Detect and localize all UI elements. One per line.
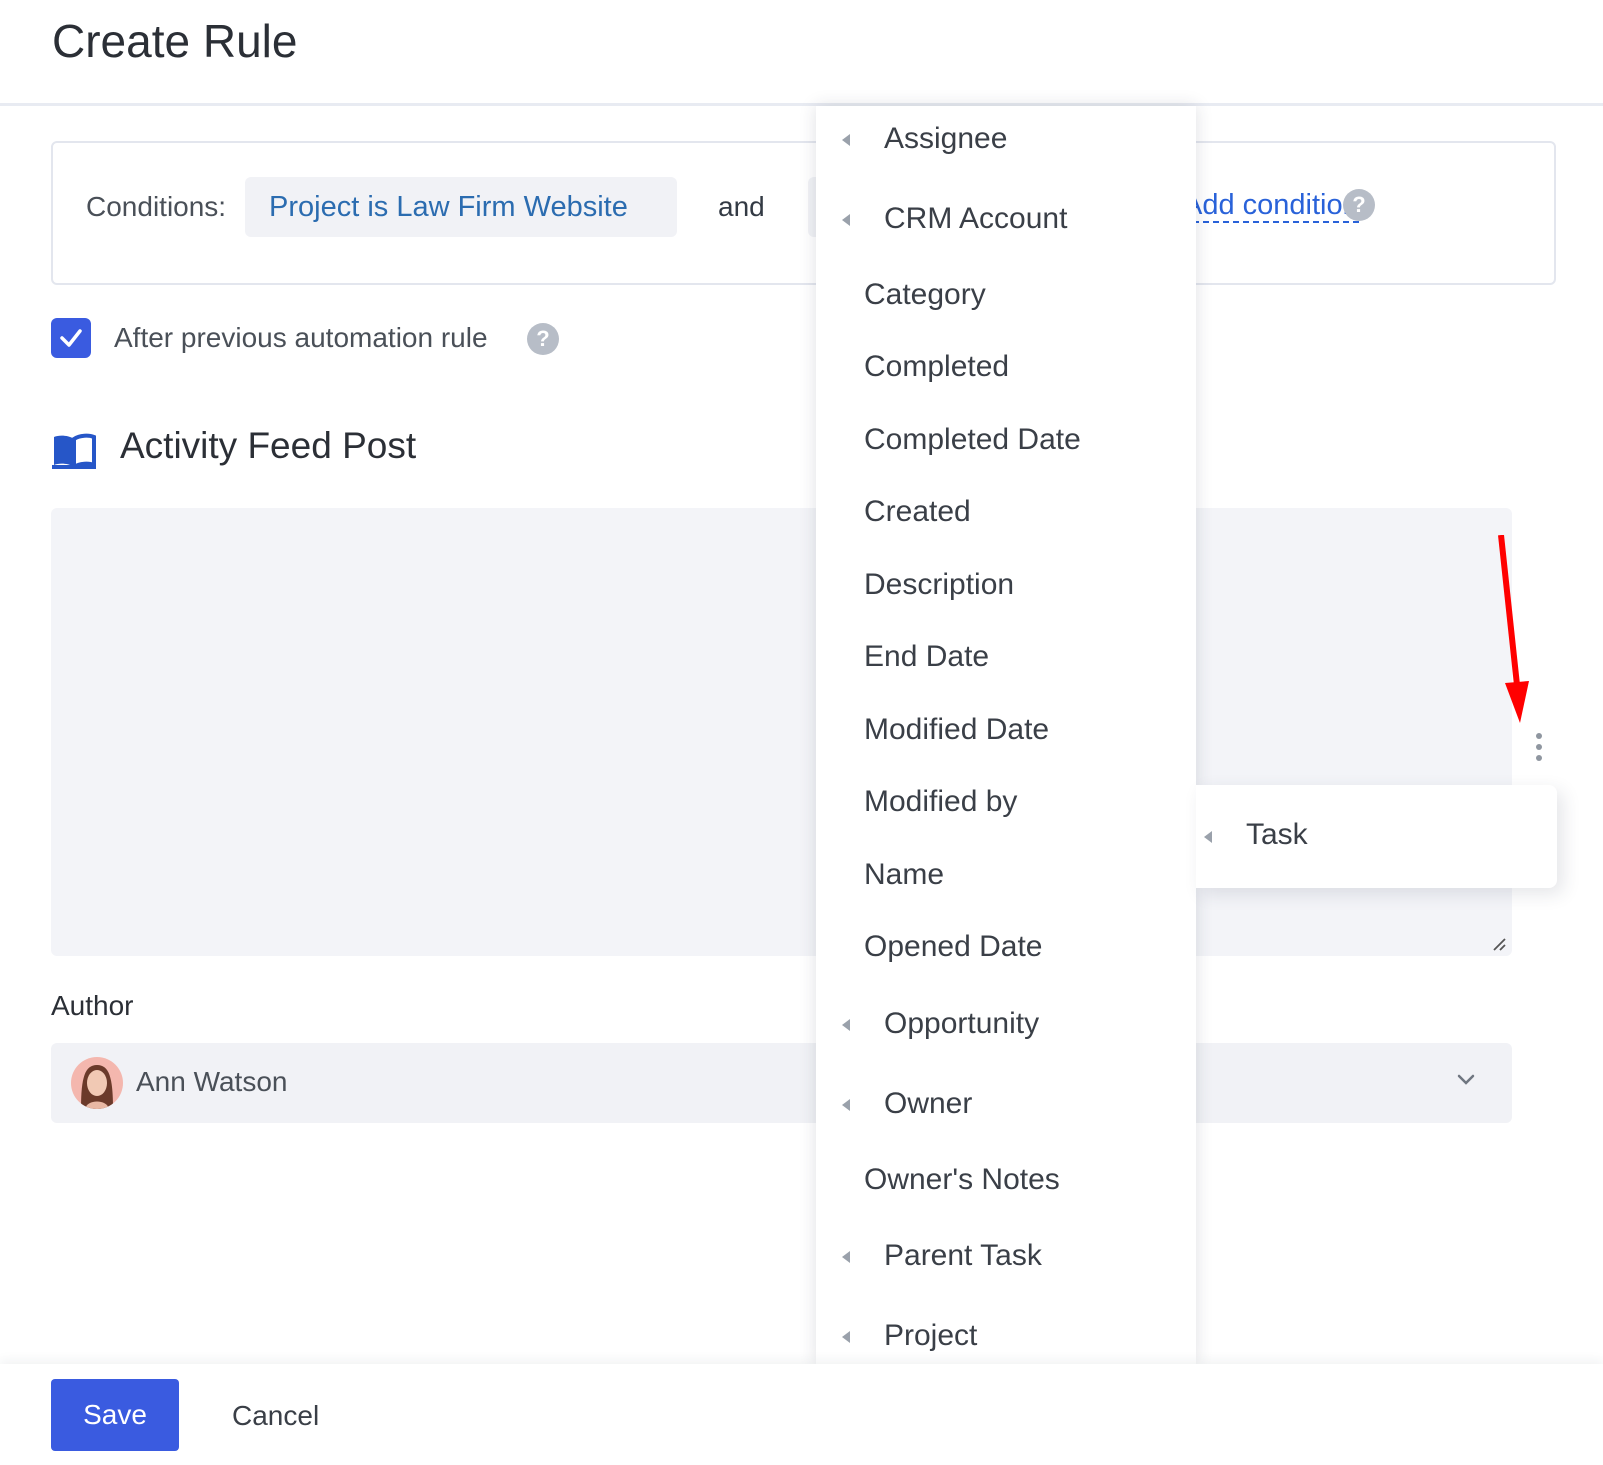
help-icon[interactable]: ? [527, 323, 559, 355]
submenu-arrow-icon [842, 1099, 850, 1111]
submenu-arrow-icon [842, 1251, 850, 1263]
submenu-arrow-icon [1204, 831, 1212, 843]
cancel-button[interactable]: Cancel [232, 1400, 319, 1432]
author-name: Ann Watson [136, 1066, 288, 1097]
submenu-arrow-icon [842, 214, 850, 226]
submenu-arrow-icon [842, 134, 850, 146]
menu-item-project[interactable]: Project [816, 1303, 1196, 1364]
author-label: Author [51, 990, 134, 1021]
condition-chip[interactable]: Project is Law Firm Website [245, 177, 677, 237]
page-header: Create Rule [0, 0, 1603, 106]
menu-item-opportunity[interactable]: Opportunity [816, 991, 1196, 1057]
menu-item-owner[interactable]: Owner [816, 1071, 1196, 1137]
author-select[interactable]: Ann Watson [51, 1043, 1512, 1123]
menu-item-owners-notes[interactable]: Owner's Notes [816, 1147, 1196, 1213]
menu-item-completed[interactable]: Completed [816, 334, 1196, 400]
conditions-label: Conditions: [86, 191, 227, 222]
add-condition-link[interactable]: Add condition [1183, 189, 1359, 223]
menu-item-created[interactable]: Created [816, 479, 1196, 545]
menu-item-category[interactable]: Category [816, 262, 1196, 328]
submenu-arrow-icon [842, 1331, 850, 1343]
submenu-arrow-icon [842, 1019, 850, 1031]
menu-item-crm-account[interactable]: CRM Account [816, 186, 1196, 252]
menu-item-assignee[interactable]: Assignee [816, 106, 1196, 172]
menu-item-description[interactable]: Description [816, 552, 1196, 618]
page-title: Create Rule [52, 15, 298, 67]
field-menu: Assignee CRM Account Category Completed … [816, 106, 1196, 1364]
menu-item-name[interactable]: Name [816, 842, 1196, 908]
menu-item-end-date[interactable]: End Date [816, 624, 1196, 690]
resize-handle-icon[interactable] [1490, 935, 1506, 951]
condition-joiner: and [718, 191, 765, 222]
menu-item-completed-date[interactable]: Completed Date [816, 407, 1196, 473]
entity-menu: Task [1196, 785, 1557, 888]
menu-item-parent-task[interactable]: Parent Task [816, 1223, 1196, 1289]
menu-item-modified-date[interactable]: Modified Date [816, 697, 1196, 763]
chevron-down-icon[interactable] [1456, 1073, 1476, 1087]
checkmark-icon [60, 329, 82, 347]
menu-item-modified-by[interactable]: Modified by [816, 769, 1196, 835]
post-text-area[interactable] [51, 508, 1512, 956]
menu-item-opened-date[interactable]: Opened Date [816, 914, 1196, 980]
book-icon [52, 433, 96, 469]
footer-bar: Save Cancel [0, 1364, 1603, 1465]
annotation-arrow [1498, 535, 1529, 723]
insert-field-menu-icon[interactable] [1534, 733, 1544, 761]
section-title: Activity Feed Post [120, 425, 417, 466]
conditions-box: Conditions: Project is Law Firm Website … [51, 141, 1556, 285]
avatar [71, 1057, 123, 1109]
help-icon[interactable]: ? [1343, 189, 1375, 221]
after-previous-label: After previous automation rule [114, 322, 488, 353]
after-previous-checkbox[interactable] [51, 318, 91, 358]
save-button[interactable]: Save [51, 1379, 179, 1451]
